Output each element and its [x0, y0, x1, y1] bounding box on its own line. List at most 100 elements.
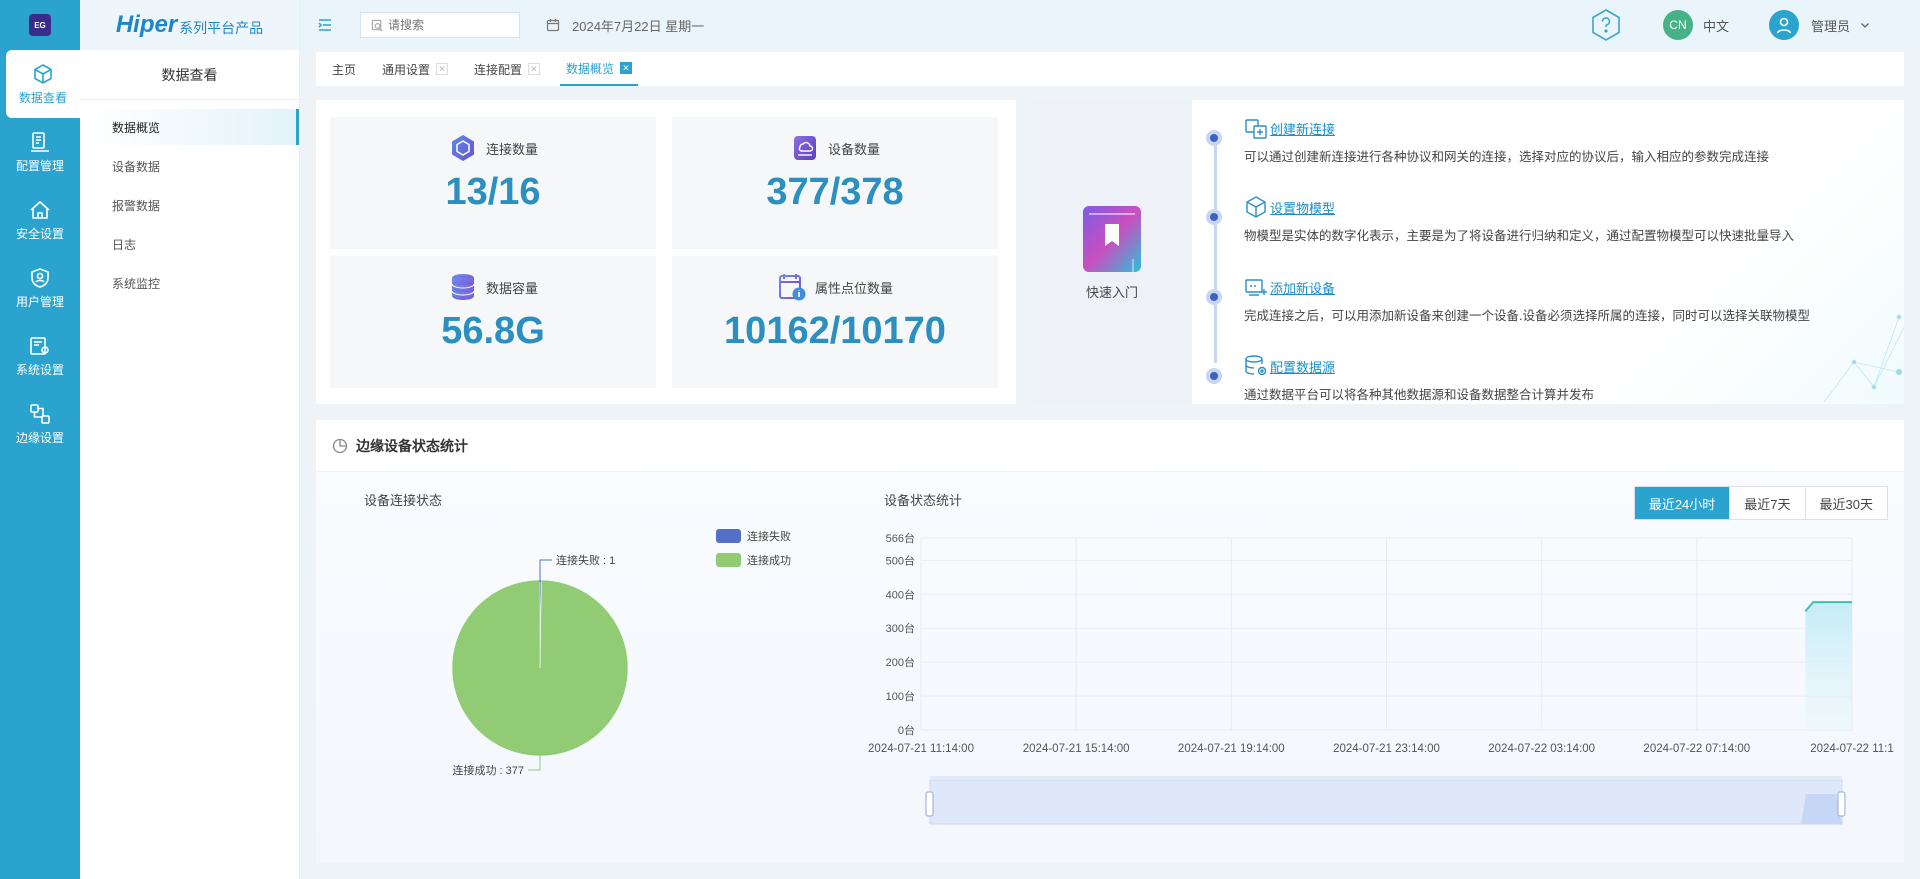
datasource-gear-icon [1245, 355, 1267, 376]
device-cloud-icon [793, 136, 816, 160]
sidebar-title: 数据查看 [80, 50, 299, 100]
y-tick-label: 0台 [898, 723, 915, 737]
user-icon [1776, 17, 1792, 34]
link-create-icon [1245, 119, 1267, 139]
chevron-down-icon [1861, 23, 1869, 28]
tab-label: 数据概览 [566, 61, 615, 76]
rail-item-data-view[interactable]: 数据查看 [6, 50, 80, 118]
rail-item-config[interactable]: 配置管理 [0, 118, 80, 186]
rail-item-system[interactable]: 系统设置 [0, 322, 80, 390]
y-tick-label: 300台 [886, 621, 915, 635]
stat-label: 数据容量 [485, 280, 538, 296]
search-input[interactable] [388, 18, 508, 32]
sidebar-item-monitor[interactable]: 系统监控 [88, 265, 299, 301]
x-tick-label: 2024-07-21 19:14:00 [1178, 743, 1285, 755]
rail-item-edge[interactable]: 边缘设置 [0, 390, 80, 458]
tab-close-icon[interactable]: ✕ [436, 63, 449, 75]
tab-label: 连接配置 [474, 62, 523, 77]
sidebar-item-device-data[interactable]: 设备数据 [88, 148, 299, 184]
help-icon[interactable] [1589, 8, 1623, 42]
icon-rail: EG 数据查看 配置管理 安全设置 用户管理 系统设置 边缘设置 [0, 0, 80, 879]
sidebar-item-alarm-data[interactable]: 报警数据 [88, 187, 299, 223]
user-name: 管理员 [1810, 18, 1850, 34]
language-badge: CN [1662, 10, 1693, 40]
quick-start-entry[interactable]: 快速入门 [1032, 100, 1192, 404]
step-configure-datasource: 配置数据源 通过数据平台可以将各种其他数据源和设备数据整合计算并发布 [1206, 354, 1595, 403]
config-icon [31, 132, 49, 152]
step-link[interactable]: 创建新连接 [1244, 116, 1769, 140]
rail-item-label: 用户管理 [15, 295, 64, 309]
step-title: 创建新连接 [1270, 121, 1336, 137]
menu-toggle-icon[interactable] [316, 16, 334, 34]
model-cube-icon [1246, 196, 1266, 218]
x-tick-label: 2024-07-21 15:14:00 [1023, 743, 1130, 755]
y-tick-label: 400台 [886, 587, 915, 601]
zoom-handle-right [1837, 791, 1846, 817]
user-shield-icon [31, 268, 49, 288]
stat-value: 13/16 [445, 171, 541, 213]
timeline-dot [1206, 289, 1222, 305]
brand-logo: Hiper 系列平台产品 [80, 0, 299, 50]
search-icon [371, 19, 383, 31]
stat-label: 设备数量 [827, 141, 880, 157]
date-display: 2024年7月22日 星期一 [546, 16, 704, 35]
stat-label: 属性点位数量 [814, 280, 893, 296]
sidebar-item-overview[interactable]: 数据概览 [88, 109, 299, 145]
series-area [1805, 602, 1852, 730]
quick-start-card: 快速入门 创建新连接 可以通过创建新连接进行各种协议和网关的连接，选择对应的协议… [1032, 100, 1904, 404]
stat-label: 连接数量 [485, 141, 538, 157]
tab-connection-config[interactable]: 连接配置 ✕ [474, 52, 541, 86]
x-tick-label: 2024-07-22 03:14:00 [1488, 743, 1595, 755]
tab-home[interactable]: 主页 [332, 52, 356, 86]
language-switch[interactable]: CN 中文 [1662, 10, 1729, 40]
edge-icon [30, 404, 50, 424]
stat-value: 56.8G [441, 310, 545, 352]
rail-item-users[interactable]: 用户管理 [0, 254, 80, 322]
pie-label-line [528, 754, 541, 771]
calendar-info-icon [778, 274, 806, 301]
cube-icon [34, 64, 52, 84]
database-icon [451, 274, 475, 300]
sidebar-item-logs[interactable]: 日志 [88, 226, 299, 262]
avatar [1768, 10, 1799, 40]
timeline-line [1214, 145, 1217, 363]
step-title: 配置数据源 [1270, 359, 1336, 375]
book-icon [1083, 205, 1141, 272]
tab-data-overview[interactable]: 数据概览 ✕ [560, 52, 639, 86]
user-menu[interactable]: 管理员 [1768, 10, 1870, 40]
y-tick-label: 500台 [886, 553, 915, 567]
connection-cube-icon [451, 135, 474, 161]
calendar-icon [546, 19, 560, 32]
device-add-icon [1245, 279, 1267, 296]
step-link[interactable]: 设置物模型 [1244, 195, 1794, 219]
timeline-dot [1206, 209, 1222, 225]
step-link[interactable]: 配置数据源 [1244, 354, 1594, 378]
search-box[interactable] [360, 12, 520, 38]
step-setup-model: 设置物模型 物模型是实体的数字化表示，主要是为了将设备进行归纳和定义，通过配置物… [1206, 195, 1794, 244]
step-create-connection: 创建新连接 可以通过创建新连接进行各种协议和网关的连接，选择对应的协议后，输入相… [1206, 116, 1769, 165]
rail-item-label: 边缘设置 [15, 431, 64, 445]
date-text: 2024年7月22日 星期一 [572, 18, 705, 34]
brand-main: Hiper [115, 11, 178, 38]
zoom-preview-area [1801, 794, 1842, 824]
rail-item-security[interactable]: 安全设置 [0, 186, 80, 254]
system-settings-icon [30, 337, 49, 355]
pie-label: 连接成功 : 377 [452, 764, 524, 777]
step-title: 添加新设备 [1270, 280, 1336, 296]
top-header: 2024年7月22日 星期一 CN 中文 管理员 [300, 0, 1920, 50]
x-tick-label: 2024-07-21 11:14:00 [868, 743, 974, 755]
rail-item-label: 系统设置 [15, 363, 64, 377]
tab-close-icon[interactable]: ✕ [620, 62, 633, 74]
step-link[interactable]: 添加新设备 [1244, 275, 1810, 299]
x-tick-label: 2024-07-22 07:14:00 [1643, 743, 1750, 755]
timeline-dot [1206, 130, 1222, 146]
tab-close-icon[interactable]: ✕ [528, 63, 541, 75]
tab-label: 主页 [332, 62, 357, 77]
tab-general-settings[interactable]: 通用设置 ✕ [382, 52, 449, 86]
rail-item-label: 配置管理 [15, 159, 64, 173]
zoom-slider-track [929, 779, 1843, 825]
rail-item-label: 数据查看 [18, 91, 67, 105]
edge-status-panel: 边缘设备状态统计 设备连接状态 设备状态统计 连接失败 连接成功 最近24小时 … [316, 420, 1904, 863]
step-description: 通过数据平台可以将各种其他数据源和设备数据整合计算并发布 [1244, 388, 1595, 402]
tab-bar: 主页 通用设置 ✕ 连接配置 ✕ 数据概览 ✕ [316, 52, 1904, 86]
